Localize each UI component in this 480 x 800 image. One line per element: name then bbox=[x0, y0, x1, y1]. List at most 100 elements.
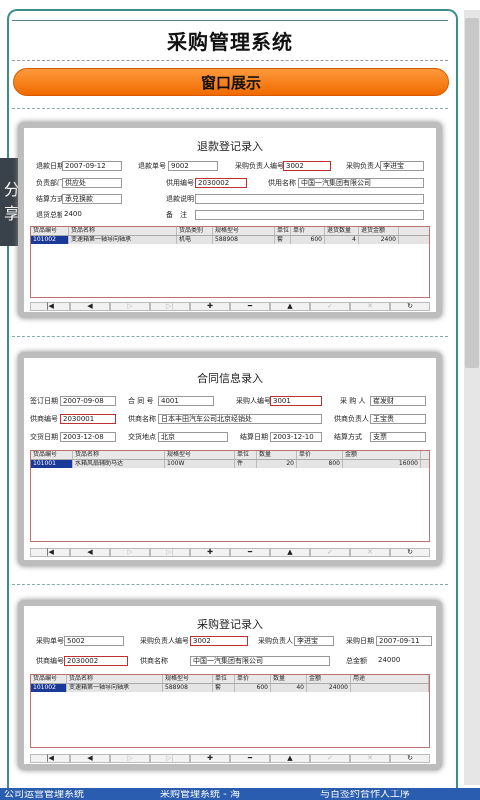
purchase-date-field[interactable]: 2007-09-11 bbox=[376, 636, 432, 646]
deliver-place-field[interactable]: 北京 bbox=[158, 432, 228, 442]
taskbar-item[interactable]: 采购管理系统 - 海 bbox=[160, 790, 300, 800]
prev-record-button[interactable]: ◀ bbox=[70, 302, 110, 311]
column-header: 规格型号 bbox=[165, 451, 235, 459]
refund-no-field[interactable]: 9002 bbox=[168, 161, 218, 171]
top-rule bbox=[12, 20, 448, 21]
supplier-name-field[interactable]: 日本丰田汽车公司北京经销处 bbox=[158, 414, 322, 424]
table-cell: 588908 bbox=[213, 236, 275, 244]
taskbar-item[interactable]: 与百签约合作人工序 bbox=[320, 790, 470, 800]
table-cell: 24000 bbox=[307, 684, 351, 692]
table-row[interactable]: 101002 变速箱第一轴导向轴承 机电 588908 套 600 4 2400 bbox=[31, 236, 429, 244]
label: 退款日期 bbox=[36, 162, 64, 170]
edit-record-button[interactable]: ▲ bbox=[270, 302, 310, 311]
refresh-button[interactable]: ↻ bbox=[390, 302, 430, 311]
refresh-button[interactable]: ↻ bbox=[390, 754, 430, 763]
supplier-name-field[interactable]: 中国一汽集团有限公司 bbox=[190, 656, 330, 666]
label: 结算方式 bbox=[334, 433, 362, 441]
delete-record-button[interactable]: ━ bbox=[230, 548, 270, 557]
dashed-divider bbox=[12, 108, 448, 109]
label: 采购单号 bbox=[36, 637, 64, 645]
deliver-date-field[interactable]: 2003-12-08 bbox=[60, 432, 116, 442]
delete-record-button[interactable]: ━ bbox=[230, 754, 270, 763]
buyer-field[interactable]: 李进宝 bbox=[294, 636, 334, 646]
prev-record-button[interactable]: ◀ bbox=[70, 548, 110, 557]
buyer-field[interactable]: 崔发财 bbox=[370, 396, 426, 406]
first-record-button[interactable]: |◀ bbox=[30, 548, 70, 557]
insert-record-button[interactable]: ✚ bbox=[190, 548, 230, 557]
buyer-id-field[interactable]: 3001 bbox=[270, 396, 322, 406]
items-grid[interactable]: 货品编号 货品名称 规格型号 单位 数量 单价 金额 101001 水箱风扇辅助… bbox=[30, 450, 430, 542]
refund-date-field[interactable]: 2007-09-12 bbox=[62, 161, 122, 171]
items-grid[interactable]: 货品编号 货品名称 货品类别 规格型号 单位 单价 退货数量 退货金额 1010… bbox=[30, 226, 430, 298]
column-header: 单位 bbox=[277, 227, 291, 235]
column-header: 货品编号 bbox=[31, 451, 73, 459]
post-record-button[interactable]: ✓ bbox=[310, 754, 350, 763]
table-cell: 套 bbox=[275, 236, 291, 244]
window-body: 采购登记录入 采购单号 5002 采购负责人编号 3002 采购负责人 李进宝 … bbox=[24, 606, 436, 764]
cancel-record-button[interactable]: ✕ bbox=[350, 754, 390, 763]
table-cell: 101001 bbox=[31, 460, 73, 468]
supplier-no-field[interactable]: 2030002 bbox=[64, 656, 128, 666]
supplier-name-field[interactable]: 中国一汽集团有限公司 bbox=[298, 178, 424, 188]
insert-record-button[interactable]: ✚ bbox=[190, 754, 230, 763]
sign-date-field[interactable]: 2007-09-08 bbox=[60, 396, 116, 406]
next-record-button[interactable]: ▷ bbox=[110, 302, 150, 311]
table-row[interactable]: 101002 变速箱第一轴导向轴承 588908 套 600 40 24000 bbox=[31, 684, 429, 692]
record-navigator: |◀ ◀ ▷ ▷| ✚ ━ ▲ ✓ ✕ ↻ bbox=[30, 754, 430, 763]
cancel-record-button[interactable]: ✕ bbox=[350, 302, 390, 311]
column-header: 规格型号 bbox=[213, 227, 275, 235]
delete-record-button[interactable]: ━ bbox=[230, 302, 270, 311]
contract-no-field[interactable]: 4001 bbox=[158, 396, 214, 406]
table-row[interactable]: 101001 水箱风扇辅助马达 100W 件 20 800 16000 bbox=[31, 460, 429, 468]
last-record-button[interactable]: ▷| bbox=[150, 302, 190, 311]
settle-field[interactable]: 支票 bbox=[370, 432, 426, 442]
last-record-button[interactable]: ▷| bbox=[150, 754, 190, 763]
refund-entry-window: 退款登记录入 退款日期 2007-09-12 退款单号 9002 采购负责人编号… bbox=[18, 122, 442, 318]
taskbar-item[interactable]: 公司运营管理系统 bbox=[4, 790, 144, 800]
window-title: 退款登记录入 bbox=[197, 140, 263, 153]
dept-field[interactable]: 供应处 bbox=[62, 178, 122, 188]
insert-record-button[interactable]: ✚ bbox=[190, 302, 230, 311]
column-header: 货品名称 bbox=[67, 675, 163, 683]
label: 采购负责人 bbox=[258, 637, 293, 645]
next-record-button[interactable]: ▷ bbox=[110, 754, 150, 763]
next-record-button[interactable]: ▷ bbox=[110, 548, 150, 557]
first-record-button[interactable]: |◀ bbox=[30, 754, 70, 763]
table-cell: 588908 bbox=[163, 684, 213, 692]
buyer-id-field[interactable]: 3002 bbox=[190, 636, 248, 646]
label: 签订日期 bbox=[30, 397, 58, 405]
column-header: 金额 bbox=[307, 675, 351, 683]
scrollbar-thumb[interactable] bbox=[465, 18, 479, 368]
refund-desc-field[interactable] bbox=[195, 194, 424, 204]
purchase-no-field[interactable]: 5002 bbox=[64, 636, 124, 646]
items-grid[interactable]: 货品编号 货品名称 规格型号 单位 单价 数量 金额 用途 101002 变速箱… bbox=[30, 674, 430, 748]
grid-header: 货品编号 货品名称 规格型号 单位 数量 单价 金额 bbox=[31, 451, 429, 460]
post-record-button[interactable]: ✓ bbox=[310, 302, 350, 311]
column-header: 货品编号 bbox=[31, 675, 67, 683]
table-cell: 101002 bbox=[31, 236, 69, 244]
prev-record-button[interactable]: ◀ bbox=[70, 754, 110, 763]
table-cell: 20 bbox=[257, 460, 297, 468]
supplier-no-field[interactable]: 2030001 bbox=[60, 414, 116, 424]
settle-field[interactable]: 承兑换款 bbox=[62, 194, 122, 204]
window-body: 合同信息录入 签订日期 2007-09-08 合 同 号 4001 采购人编号 … bbox=[24, 358, 436, 560]
buyer-id-field[interactable]: 3002 bbox=[283, 161, 331, 171]
supplier-no-field[interactable]: 2030002 bbox=[195, 178, 247, 188]
table-cell: 101002 bbox=[31, 684, 67, 692]
remark-field[interactable] bbox=[195, 210, 424, 220]
settle-date-field[interactable]: 2003-12-10 bbox=[270, 432, 322, 442]
label: 采购负责人编号 bbox=[140, 637, 189, 645]
refresh-button[interactable]: ↻ bbox=[390, 548, 430, 557]
supplier-person-field[interactable]: 王宝贵 bbox=[370, 414, 426, 424]
column-header: 单位 bbox=[235, 451, 257, 459]
last-record-button[interactable]: ▷| bbox=[150, 548, 190, 557]
edit-record-button[interactable]: ▲ bbox=[270, 754, 310, 763]
dashed-divider bbox=[12, 584, 448, 585]
post-record-button[interactable]: ✓ bbox=[310, 548, 350, 557]
first-record-button[interactable]: |◀ bbox=[30, 302, 70, 311]
label: 退款说明 bbox=[166, 195, 194, 203]
buyer-field[interactable]: 李进宝 bbox=[380, 161, 424, 171]
cancel-record-button[interactable]: ✕ bbox=[350, 548, 390, 557]
edit-record-button[interactable]: ▲ bbox=[270, 548, 310, 557]
column-header: 单价 bbox=[297, 451, 343, 459]
